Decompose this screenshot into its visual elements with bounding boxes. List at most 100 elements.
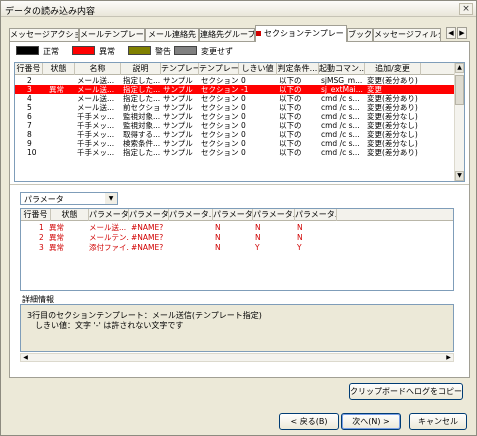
row-number: 7	[27, 121, 32, 130]
row-template-1: サンプル	[163, 148, 193, 157]
tab-mail-contact[interactable]: メール連絡先	[145, 28, 199, 41]
section-template-table[interactable]: 行番号 状態 名称 説明 テンプレー... テンプレー... しきい値 判定条件…	[14, 62, 465, 182]
row-template-2: セクション...	[201, 139, 239, 148]
table-row[interactable]: 4 メール送... 指定した... サンプル セクション... 0 以下の cm…	[15, 94, 455, 103]
column-header[interactable]: 判定条件...	[277, 63, 319, 75]
row-template-2: セクション...	[201, 121, 239, 130]
details-horizontal-scrollbar[interactable]: ◀ ▶	[20, 353, 454, 362]
table-row[interactable]: 8 千手メッ... 取得する... サンプル セクション... 0 以下の cm…	[15, 130, 455, 139]
column-header[interactable]: 起動コマン...	[319, 63, 365, 75]
column-header[interactable]: パラメータ...	[295, 209, 337, 221]
scroll-left-icon[interactable]: ◀	[21, 354, 30, 361]
table-row[interactable]: 9 千手メッ... 検索条件... サンプル セクション... 0 以下の cm…	[15, 139, 455, 148]
table-row[interactable]: 7 千手メッ... 監視対象... サンプル セクション... 0 以下の cm…	[15, 121, 455, 130]
row-description: 検索条件...	[123, 139, 161, 148]
parameter-dropdown[interactable]: パラメータ ▼	[20, 192, 118, 205]
close-icon[interactable]: ×	[459, 3, 473, 15]
table-vertical-scrollbar[interactable]: ▲ ▼	[454, 63, 464, 181]
column-header[interactable]: パラメータ...	[89, 209, 129, 221]
row-name: メール送...	[77, 94, 115, 103]
table-row[interactable]: 6 千手メッ... 監視対象... サンプル セクション... 0 以下の cm…	[15, 112, 455, 121]
tab-scroll-left-icon[interactable]: ◀	[446, 27, 456, 39]
scroll-right-icon[interactable]: ▶	[444, 354, 453, 361]
table-row-selected[interactable]: 3 異常 メール送... 指定した... サンプル セクション... -1 以下…	[15, 85, 455, 94]
column-header[interactable]: 行番号	[15, 63, 43, 75]
tab-book[interactable]: ブック	[347, 28, 373, 41]
column-header[interactable]: 名称	[75, 63, 121, 75]
row-name: 千手メッ...	[77, 130, 115, 139]
row-param-3	[171, 233, 211, 242]
tab-label: メール連絡先	[148, 30, 196, 39]
scroll-down-icon[interactable]: ▼	[455, 171, 464, 181]
row-template-1: サンプル	[163, 121, 193, 130]
row-condition: 以下の	[279, 148, 302, 157]
column-header[interactable]: 説明	[121, 63, 161, 75]
scroll-up-icon[interactable]: ▲	[455, 63, 464, 73]
details-box[interactable]: 3行目のセクションテンプレート：メール送信(テンプレート指定) しきい値：文字 …	[20, 304, 454, 352]
tab-scroll-right-icon[interactable]: ▶	[457, 27, 467, 39]
row-command: sj_extMai...	[321, 85, 363, 94]
parameter-table[interactable]: 行番号 状態 パラメータ... パラメータ... パラメータ... パラメータ.…	[20, 208, 454, 291]
row-template-1: サンプル	[163, 94, 193, 103]
row-threshold: 0	[241, 76, 246, 85]
column-header[interactable]: パラメータ...	[213, 209, 253, 221]
row-template-2: セクション...	[201, 76, 239, 85]
row-description: 指定した...	[123, 76, 161, 85]
row-condition: 以下の	[279, 85, 302, 94]
row-param-2: #NAME?	[131, 233, 164, 242]
table-row[interactable]: 2 異常 メールテン... #NAME? N N N	[21, 233, 453, 242]
copy-log-button[interactable]: クリップボードへログをコピー	[349, 383, 463, 400]
row-template-1: サンプル	[163, 76, 193, 85]
legend-label-error: 異常	[99, 47, 115, 56]
row-template-1: サンプル	[163, 130, 193, 139]
tab-contact-group[interactable]: 連絡先グループ	[199, 28, 255, 41]
column-header[interactable]: パラメータ...	[129, 209, 169, 221]
legend-swatch-error	[72, 46, 95, 55]
row-change-type: 変更(差分なし)	[367, 121, 418, 130]
tab-message-filter[interactable]: メッセージフィルタ	[373, 28, 441, 41]
table-row[interactable]: 10 千手メッ... 指定した... サンプル セクション... 0 以下の c…	[15, 148, 455, 157]
cancel-button[interactable]: キャンセル	[409, 413, 467, 430]
column-header[interactable]: 追加/変更	[365, 63, 421, 75]
next-button[interactable]: 次へ(N) >	[341, 413, 401, 430]
row-condition: 以下の	[279, 76, 302, 85]
tab-mail-template[interactable]: メールテンプレート	[79, 28, 145, 41]
row-threshold: 0	[241, 103, 246, 112]
row-number: 6	[27, 112, 32, 121]
row-command: sjMSG_m...	[321, 76, 363, 85]
row-condition: 以下の	[279, 112, 302, 121]
row-change-type: 変更(差分あり)	[367, 94, 418, 103]
row-param-5: N	[255, 223, 261, 232]
tab-section-template[interactable]: セクションテンプレート	[255, 25, 347, 42]
table-row[interactable]: 1 異常 メール送... #NAME? N N N	[21, 223, 453, 232]
row-command: cmd /c s...	[321, 130, 360, 139]
column-header[interactable]: 状態	[43, 63, 75, 75]
row-param-4: N	[215, 243, 221, 252]
row-param-1: メール送...	[89, 223, 127, 232]
row-name: 千手メッ...	[77, 121, 115, 130]
column-header[interactable]: パラメータ...	[169, 209, 213, 221]
tab-message-action[interactable]: メッセージアクション	[9, 28, 79, 41]
row-number: 5	[27, 103, 32, 112]
back-button[interactable]: < 戻る(B)	[279, 413, 339, 430]
table-row[interactable]: 5 メール送... 前セクショ... サンプル セクション... 0 以下の c…	[15, 103, 455, 112]
legend-swatch-warning	[128, 46, 151, 55]
chevron-down-icon[interactable]: ▼	[105, 193, 117, 204]
table-row[interactable]: 3 異常 添付ファイ... #NAME? N Y Y	[21, 243, 453, 252]
row-param-3	[171, 243, 211, 252]
row-change-type: 変更	[367, 85, 382, 94]
row-template-1: サンプル	[163, 85, 193, 94]
table-row[interactable]: 2 メール送... 指定した... サンプル セクション... 0 以下の sj…	[15, 76, 455, 85]
scroll-thumb[interactable]	[455, 75, 464, 105]
column-header[interactable]: パラメータ...	[253, 209, 295, 221]
panel-splitter[interactable]	[10, 184, 469, 186]
row-template-1: サンプル	[163, 139, 193, 148]
column-header[interactable]: しきい値	[239, 63, 277, 75]
column-header[interactable]: テンプレー...	[199, 63, 239, 75]
column-header[interactable]: 状態	[51, 209, 89, 221]
legend-swatch-normal	[16, 46, 39, 55]
row-status: 異常	[49, 223, 64, 232]
row-threshold: 0	[241, 121, 246, 130]
column-header[interactable]: 行番号	[21, 209, 51, 221]
column-header[interactable]: テンプレー...	[161, 63, 199, 75]
